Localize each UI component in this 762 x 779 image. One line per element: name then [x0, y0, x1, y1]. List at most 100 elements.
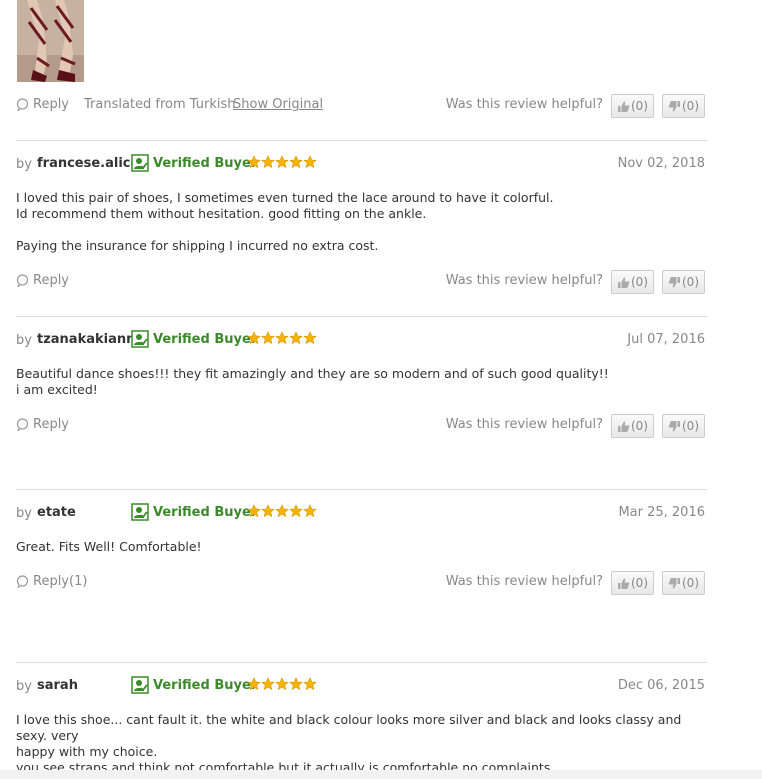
star-icon [261, 677, 275, 691]
reply-button[interactable]: Reply [16, 273, 69, 288]
thumbs-down-icon [668, 276, 681, 289]
star-icon [247, 331, 261, 345]
star-icon [247, 155, 261, 169]
star-icon [289, 504, 303, 518]
reply-bubble-icon [16, 274, 29, 287]
by-label: by [16, 506, 32, 521]
review-divider [16, 140, 707, 141]
star-icon [247, 504, 261, 518]
star-rating [247, 155, 317, 169]
helpful-no-button[interactable]: (0) [662, 571, 705, 595]
reply-label: Reply [33, 417, 70, 432]
helpful-no-count: (0) [682, 275, 699, 289]
thumbs-down-icon [668, 100, 681, 113]
thumbs-up-icon [617, 276, 630, 289]
star-icon [261, 504, 275, 518]
review-text-line: happy with my choice. [16, 744, 158, 759]
reviewer-name: sarah [37, 678, 78, 693]
reviews-panel: { "first_review_tail": { "photo_icon": "… [0, 0, 762, 779]
sandals-photo-icon [17, 0, 84, 82]
verified-buyer-icon [131, 503, 149, 521]
helpful-label: Was this review helpful? [445, 574, 603, 589]
star-icon [289, 331, 303, 345]
star-icon [289, 677, 303, 691]
verified-buyer-icon [131, 154, 149, 172]
review-actions: Reply Translated from Turkish Show Origi… [16, 94, 706, 118]
star-icon [303, 155, 317, 169]
review-date: Nov 02, 2018 [617, 156, 705, 171]
by-label: by [16, 679, 32, 694]
review-divider [16, 662, 707, 663]
verified-buyer-badge: Verified Buyer [131, 676, 257, 694]
review-date: Jul 07, 2016 [627, 332, 705, 347]
reply-bubble-icon [16, 418, 29, 431]
thumbs-up-icon [617, 577, 630, 590]
review-text: Beautiful dance shoes!!! they fit amazin… [16, 366, 706, 398]
helpful-no-count: (0) [682, 419, 699, 433]
helpful-no-button[interactable]: (0) [662, 94, 705, 118]
show-original-link[interactable]: Show Original [233, 97, 323, 112]
star-rating [247, 331, 317, 345]
reviewer-name: etate [37, 505, 76, 520]
helpful-yes-button[interactable]: (0) [611, 414, 654, 438]
review-actions: Reply Was this review helpful? (0) (0) [16, 414, 706, 438]
review-text-line: i am excited! [16, 382, 98, 397]
star-icon [275, 331, 289, 345]
star-icon [303, 331, 317, 345]
helpful-yes-button[interactable]: (0) [611, 571, 654, 595]
star-icon [247, 677, 261, 691]
verified-buyer-badge: Verified Buyer [131, 503, 257, 521]
review-header: by tzanakakianna Verified Buyer Jul 07, … [16, 330, 706, 350]
reply-button[interactable]: Reply [16, 97, 69, 112]
review-text-line: I love this shoe... cant fault it. the w… [16, 712, 682, 743]
verified-buyer-label: Verified Buyer [153, 504, 258, 520]
star-rating [247, 677, 317, 691]
review-photo[interactable] [17, 0, 84, 82]
review-header: by sarah Verified Buyer Dec 06, 2015 [16, 676, 706, 696]
helpful-label: Was this review helpful? [445, 273, 603, 288]
review-divider [16, 316, 707, 317]
thumbs-up-icon [617, 100, 630, 113]
review-text-line: Id recommend them without hesitation. go… [16, 206, 427, 221]
reply-label: Reply [33, 97, 70, 112]
reply-button[interactable]: Reply [16, 417, 69, 432]
review-actions: Reply(1) Was this review helpful? (0) (0… [16, 571, 706, 595]
review-text: Great. Fits Well! Comfortable! [16, 539, 706, 555]
review-date: Dec 06, 2015 [617, 678, 705, 693]
thumbs-up-icon [617, 420, 630, 433]
review-text-line: Great. Fits Well! Comfortable! [16, 539, 202, 554]
helpful-yes-button[interactable]: (0) [611, 94, 654, 118]
verified-buyer-icon [131, 330, 149, 348]
star-icon [275, 677, 289, 691]
helpful-label: Was this review helpful? [445, 97, 603, 112]
helpful-no-button[interactable]: (0) [662, 270, 705, 294]
reply-bubble-icon [16, 98, 29, 111]
star-icon [275, 504, 289, 518]
reply-button[interactable]: Reply(1) [16, 574, 87, 589]
helpful-no-button[interactable]: (0) [662, 414, 705, 438]
reply-label: Reply(1) [33, 574, 88, 589]
review-actions: Reply Was this review helpful? (0) (0) [16, 270, 706, 294]
helpful-yes-count: (0) [631, 99, 648, 113]
review-text: I loved this pair of shoes, I sometimes … [16, 190, 706, 254]
review-text-line: I loved this pair of shoes, I sometimes … [16, 190, 554, 205]
scroll-edge [0, 770, 762, 779]
helpful-no-count: (0) [682, 99, 699, 113]
thumbs-down-icon [668, 577, 681, 590]
review-text: I love this shoe... cant fault it. the w… [16, 712, 706, 776]
helpful-yes-button[interactable]: (0) [611, 270, 654, 294]
review-header: by francese.alice Verified Buyer Nov 02,… [16, 154, 706, 174]
review-text-line: Beautiful dance shoes!!! they fit amazin… [16, 366, 609, 381]
star-icon [303, 677, 317, 691]
star-icon [303, 504, 317, 518]
star-rating [247, 504, 317, 518]
verified-buyer-badge: Verified Buyer [131, 330, 257, 348]
star-icon [289, 155, 303, 169]
thumbs-down-icon [668, 420, 681, 433]
verified-buyer-label: Verified Buyer [153, 677, 258, 693]
by-label: by [16, 333, 32, 348]
reviewer-name: tzanakakianna [37, 332, 145, 347]
review-divider [16, 489, 707, 490]
verified-buyer-label: Verified Buyer [153, 155, 258, 171]
review-date: Mar 25, 2016 [618, 505, 705, 520]
